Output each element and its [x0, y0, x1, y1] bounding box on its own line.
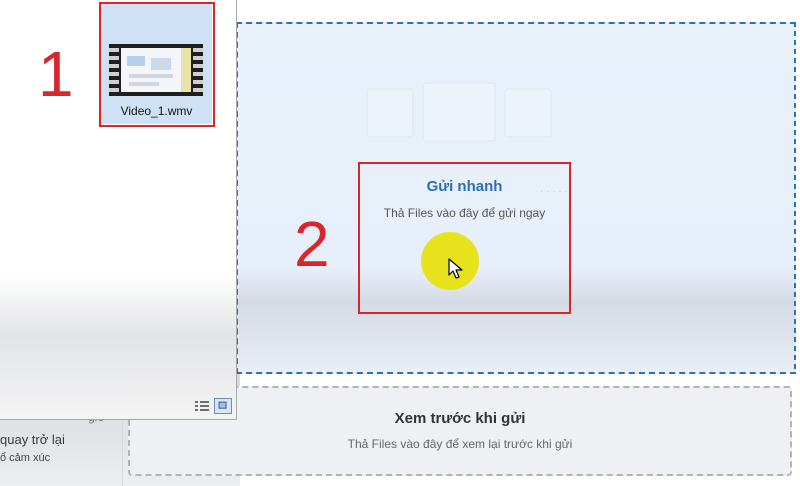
drop-zone-border	[794, 22, 796, 374]
step-number-2: 2	[294, 208, 330, 280]
drop-illustration	[366, 82, 552, 142]
large-icons-view-icon[interactable]	[214, 398, 232, 414]
illustration-card	[422, 82, 496, 142]
mouse-pointer-icon	[448, 258, 463, 279]
step-number-1: 1	[38, 38, 74, 110]
illustration-card	[504, 88, 552, 138]
illustration-card	[366, 88, 414, 138]
annotation-box-1	[99, 2, 215, 127]
preview-send-subtitle: Thả Files vào đây để xem lại trước khi g…	[347, 437, 573, 451]
screen: giờ quay trở lại ổ cảm xúc · · · · · Gửi…	[0, 0, 800, 486]
ghost-text: quay trở lại	[0, 432, 65, 447]
ghost-text: ổ cảm xúc	[0, 452, 51, 464]
details-view-icon[interactable]	[193, 398, 211, 414]
